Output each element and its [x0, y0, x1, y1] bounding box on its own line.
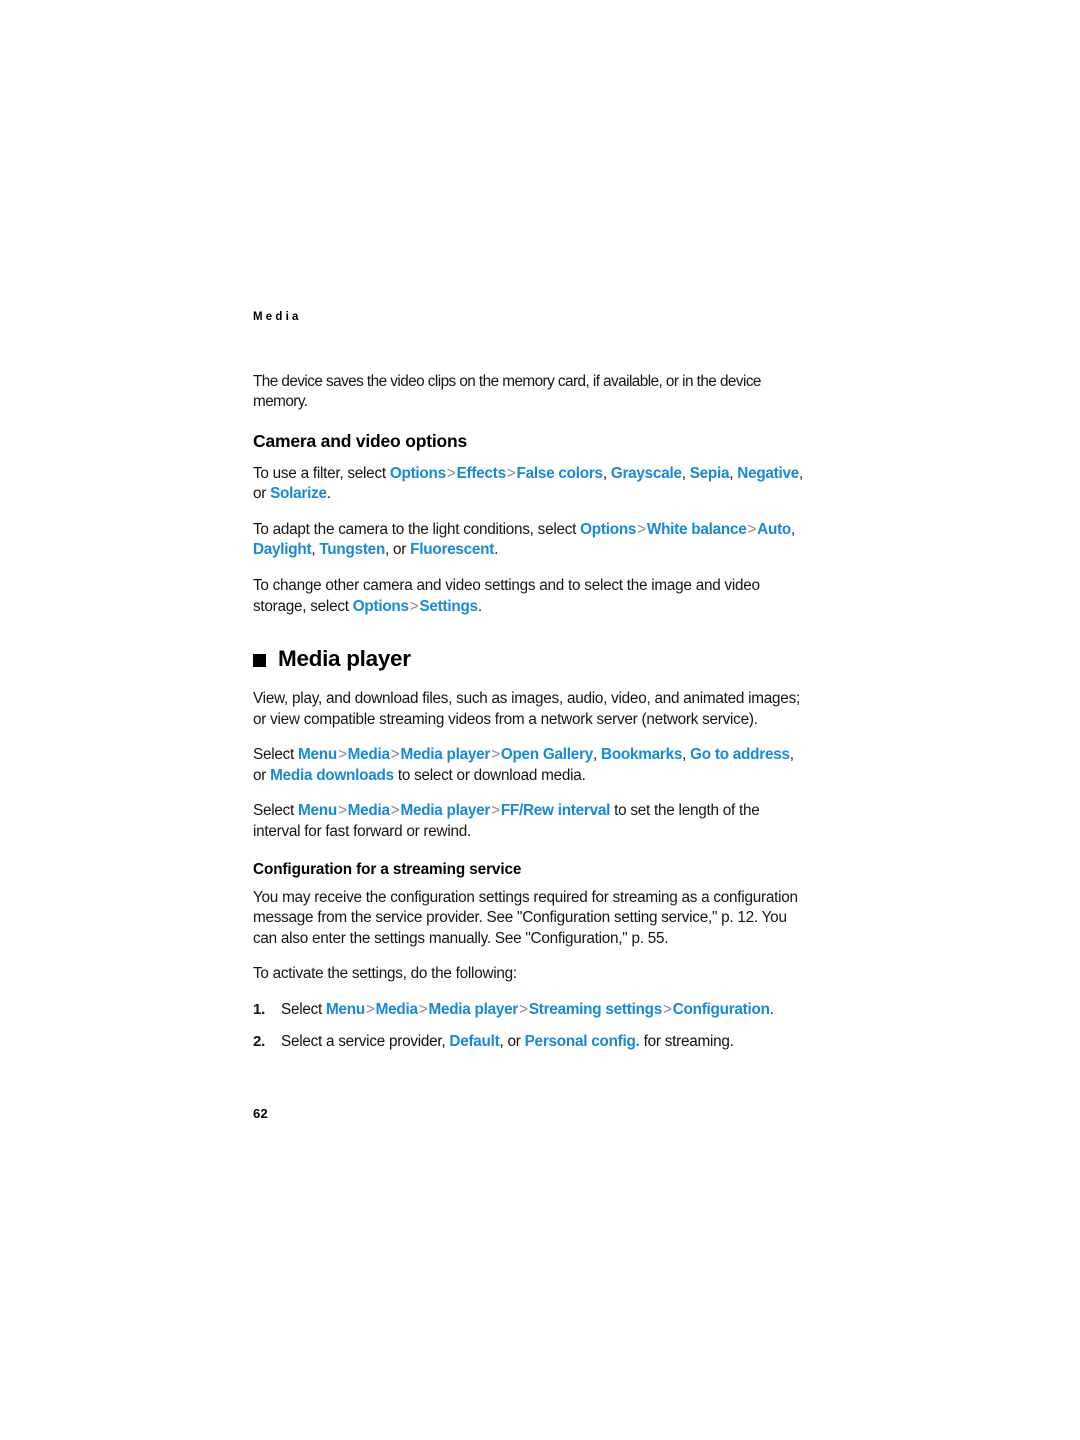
period: .: [477, 597, 482, 615]
term-menu: Menu: [326, 1001, 365, 1019]
term-white-balance: White balance: [646, 520, 747, 538]
term-streaming-settings: Streaming settings: [528, 1001, 663, 1019]
comma: ,: [681, 464, 690, 482]
separator-icon: >: [446, 464, 456, 482]
media-player-title: Media player: [278, 646, 411, 672]
or-conjunction: , or: [499, 1032, 525, 1050]
period: .: [769, 1001, 774, 1019]
term-sepia: Sepia: [689, 464, 730, 482]
step-number: 1.: [253, 1001, 266, 1019]
term-media: Media: [375, 1001, 418, 1019]
page-content: Media The device saves the video clips o…: [253, 311, 805, 1063]
open-gallery-paragraph: Select Menu>Media>Media player>Open Gall…: [253, 745, 805, 786]
term-options: Options: [389, 464, 446, 482]
separator-icon: >: [663, 1001, 672, 1019]
term-ff-rew-interval: FF/Rew interval: [500, 802, 611, 820]
separator-icon: >: [519, 1001, 528, 1019]
separator-icon: >: [418, 1001, 428, 1019]
separator-icon: >: [506, 464, 516, 482]
comma: ,: [682, 746, 691, 764]
term-configuration: Configuration: [672, 1001, 770, 1019]
term-go-to-address: Go to address: [690, 746, 790, 764]
comma: ,: [602, 464, 611, 482]
term-settings: Settings: [419, 597, 478, 615]
white-balance-lead: To adapt the camera to the light conditi…: [253, 520, 581, 538]
settings-paragraph: To change other camera and video setting…: [253, 576, 805, 617]
term-media: Media: [347, 746, 390, 764]
term-media-player: Media player: [400, 746, 491, 764]
separator-icon: >: [747, 520, 757, 538]
term-open-gallery: Open Gallery: [500, 746, 594, 764]
separator-icon: >: [337, 746, 347, 764]
media-player-description: View, play, and download files, such as …: [253, 690, 800, 728]
filter-paragraph: To use a filter, select Options>Effects>…: [253, 464, 805, 505]
term-auto: Auto: [757, 520, 792, 538]
ffrew-paragraph: Select Menu>Media>Media player>FF/Rew in…: [253, 801, 805, 842]
square-bullet-icon: [253, 654, 266, 668]
term-menu: Menu: [298, 802, 337, 820]
term-options: Options: [352, 597, 409, 615]
separator-icon: >: [491, 746, 500, 764]
list-item: 1. Select Menu>Media>Media player>Streami…: [253, 1000, 805, 1021]
running-head: Media: [253, 311, 302, 323]
filter-lead: To use a filter, select: [253, 464, 390, 482]
term-solarize: Solarize: [270, 485, 327, 503]
white-balance-paragraph: To adapt the camera to the light conditi…: [253, 520, 805, 561]
configuration-streaming-heading: Configuration for a streaming service: [253, 860, 522, 878]
document-page: Media The device saves the video clips o…: [0, 0, 1080, 1440]
period: .: [326, 485, 331, 503]
term-options: Options: [580, 520, 637, 538]
term-grayscale: Grayscale: [610, 464, 682, 482]
ffrew-lead: Select: [253, 802, 299, 820]
comma: ,: [593, 746, 602, 764]
term-media-player: Media player: [428, 1001, 519, 1019]
page-number: 62: [253, 1106, 269, 1121]
step-number: 2.: [253, 1032, 266, 1050]
term-effects: Effects: [456, 464, 507, 482]
configuration-paragraph: You may receive the configuration settin…: [253, 888, 798, 947]
activation-steps-list: 1. Select Menu>Media>Media player>Streami…: [253, 1000, 805, 1052]
activate-lead-paragraph: To activate the settings, do the followi…: [253, 965, 517, 983]
gallery-tail: to select or download media.: [393, 766, 586, 784]
separator-icon: >: [365, 1001, 375, 1019]
separator-icon: >: [637, 520, 646, 538]
term-tungsten: Tungsten: [319, 541, 386, 559]
term-menu: Menu: [298, 746, 337, 764]
term-fluorescent: Fluorescent: [410, 541, 495, 559]
separator-icon: >: [337, 802, 347, 820]
term-false-colors: False colors: [516, 464, 604, 482]
camera-options-heading: Camera and video options: [253, 430, 467, 451]
separator-icon: >: [409, 597, 419, 615]
media-player-heading: Media player: [253, 646, 805, 672]
comma: ,: [791, 520, 796, 538]
term-negative: Negative: [737, 464, 800, 482]
step-lead: Select: [281, 1001, 327, 1019]
separator-icon: >: [491, 802, 500, 820]
term-daylight: Daylight: [253, 541, 312, 559]
step-lead: Select a service provider,: [281, 1032, 450, 1050]
period: .: [494, 541, 499, 559]
settings-lead: To change other camera and video setting…: [253, 577, 760, 615]
gallery-lead: Select: [253, 746, 299, 764]
term-media: Media: [347, 802, 390, 820]
term-media-player: Media player: [400, 802, 491, 820]
list-item: 2. Select a service provider, Default, or…: [253, 1032, 805, 1053]
term-personal-config: Personal config.: [524, 1032, 640, 1050]
term-default: Default: [449, 1032, 500, 1050]
term-media-downloads: Media downloads: [270, 766, 394, 784]
separator-icon: >: [390, 746, 400, 764]
or-conjunction: , or: [385, 541, 411, 559]
step-tail: for streaming.: [639, 1032, 734, 1050]
separator-icon: >: [390, 802, 400, 820]
intro-paragraph: The device saves the video clips on the …: [253, 372, 761, 411]
term-bookmarks: Bookmarks: [601, 746, 683, 764]
